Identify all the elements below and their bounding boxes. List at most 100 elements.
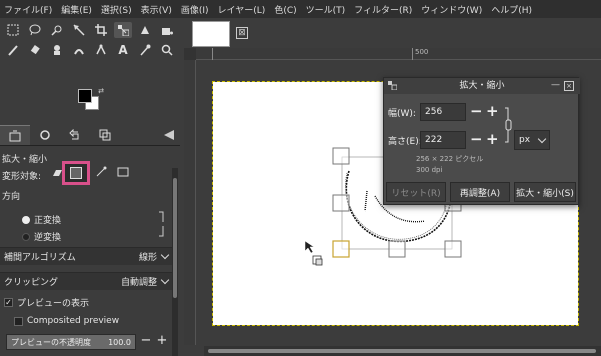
horizontal-scrollbar[interactable]	[204, 346, 601, 356]
rect-select-icon[interactable]	[4, 22, 22, 38]
clipping-combo[interactable]: クリッピング 自動調整	[0, 272, 172, 290]
scale-dialog: 拡大・縮小 — × 幅(W): 256 − + 高さ(E): 222 − + p…	[383, 77, 580, 205]
tab-tool-options[interactable]	[0, 125, 30, 145]
direction-forward-label: 正変換	[34, 216, 62, 226]
scale-tool-icon[interactable]	[114, 22, 132, 38]
menu-edit[interactable]: 編集(E)	[61, 3, 92, 16]
composited-preview-checkbox[interactable]: Composited preview	[14, 316, 119, 326]
direction-chain-icon	[158, 210, 166, 238]
undo-history-icon	[69, 129, 79, 140]
width-label: 幅(W):	[388, 109, 416, 119]
dock-tabs	[0, 125, 180, 146]
show-preview-checkbox[interactable]: ✓ プレビューの表示	[4, 296, 89, 309]
width-field[interactable]: 256	[420, 103, 466, 121]
vertical-ruler[interactable]	[184, 60, 196, 345]
tab-menu-icon[interactable]	[164, 130, 174, 140]
scale-button[interactable]: 拡大・縮小(S)	[514, 182, 576, 202]
tool-options-title: 拡大・縮小	[2, 155, 48, 165]
fuzzy-select-icon[interactable]	[48, 22, 66, 38]
menu-layer[interactable]: レイヤー(L)	[218, 3, 266, 16]
tab-images[interactable]	[90, 125, 120, 145]
transform-selection-button[interactable]	[62, 161, 90, 185]
checkbox-box	[14, 316, 23, 326]
tool-options-scrollbar[interactable]	[172, 168, 178, 356]
height-increase-button[interactable]: +	[486, 132, 499, 147]
transform-image-button[interactable]	[116, 164, 130, 180]
chevron-down-icon	[537, 134, 547, 143]
bucket-icon[interactable]	[158, 22, 176, 38]
height-field[interactable]: 222	[420, 131, 466, 149]
menu-file[interactable]: ファイル(F)	[4, 3, 52, 16]
preview-opacity-value: 100.0	[108, 337, 131, 347]
path-target-icon	[96, 166, 107, 177]
menu-select[interactable]: 選択(S)	[101, 3, 132, 16]
color-swatches[interactable]: ⇄	[76, 87, 106, 113]
mouse-cursor-icon	[304, 240, 323, 266]
menubar: ファイル(F) 編集(E) 選択(S) 表示(V) 画像(I) レイヤー(L) …	[0, 0, 601, 18]
scrollbar-thumb[interactable]	[173, 178, 177, 298]
composited-preview-label: Composited preview	[27, 316, 120, 326]
interpolation-combo[interactable]: 補間アルゴリズム 線形	[0, 247, 172, 265]
lasso-icon[interactable]	[26, 22, 44, 38]
show-preview-label: プレビューの表示	[17, 299, 90, 309]
tab-device-status[interactable]	[30, 125, 60, 145]
transform-path-button[interactable]	[94, 164, 108, 180]
menu-view[interactable]: 表示(V)	[141, 3, 172, 16]
tool-options-icon	[9, 130, 21, 141]
menu-help[interactable]: ヘルプ(H)	[491, 3, 532, 16]
tab-undo-history[interactable]	[60, 125, 90, 145]
radio-dot	[22, 232, 30, 241]
text-tool-icon[interactable]: A	[114, 42, 132, 58]
clipping-value: 自動調整	[120, 278, 157, 288]
color-picker-icon[interactable]	[136, 42, 154, 58]
chevron-down-icon	[160, 250, 170, 260]
move-icon[interactable]	[70, 22, 88, 38]
eraser-icon[interactable]	[26, 42, 44, 58]
smudge-icon[interactable]	[70, 42, 88, 58]
interpolation-label: 補間アルゴリズム	[4, 253, 76, 263]
width-increase-button[interactable]: +	[486, 104, 499, 119]
interpolation-value: 線形	[138, 253, 157, 263]
direction-backward-radio[interactable]: 逆変換	[22, 230, 61, 243]
menu-windows[interactable]: ウィンドウ(W)	[421, 3, 482, 16]
foreground-color[interactable]	[78, 89, 92, 103]
opacity-decrease-button[interactable]: −	[140, 334, 152, 350]
scrollbar-thumb[interactable]	[208, 349, 596, 353]
crop-icon[interactable]	[92, 22, 110, 38]
clipping-label: クリッピング	[4, 278, 59, 288]
zoom-icon[interactable]	[158, 42, 176, 58]
scale-tool-icon	[388, 81, 398, 91]
swap-colors-icon[interactable]: ⇄	[98, 87, 104, 95]
dpi-info: 300 dpi	[416, 166, 443, 174]
preview-opacity-label: プレビューの不透明度	[11, 337, 91, 347]
selection-icon	[70, 167, 82, 179]
image-thumbnail-tab[interactable]	[192, 21, 230, 47]
clone-icon[interactable]	[48, 42, 66, 58]
path-icon[interactable]	[92, 42, 110, 58]
opacity-increase-button[interactable]: +	[156, 334, 168, 350]
horizontal-ruler[interactable]: 500	[196, 48, 601, 60]
unit-value: px	[519, 135, 531, 145]
minimize-icon[interactable]: —	[551, 80, 560, 90]
image-tabs: ⊠	[186, 18, 601, 48]
close-icon[interactable]: ×	[564, 81, 574, 91]
unit-select[interactable]: px	[514, 130, 550, 150]
ruler-label: 500	[415, 48, 429, 56]
size-info: 256 × 222 ピクセル	[416, 155, 484, 163]
paintbrush-icon[interactable]	[4, 42, 22, 58]
height-decrease-button[interactable]: −	[470, 132, 483, 147]
preview-opacity-slider[interactable]: プレビューの不透明度 100.0	[6, 334, 136, 350]
chain-link-icon[interactable]	[504, 106, 512, 144]
menu-image[interactable]: 画像(I)	[181, 3, 209, 16]
close-image-icon[interactable]: ⊠	[236, 27, 248, 39]
active-handle	[332, 240, 350, 258]
readjust-button[interactable]: 再調整(A)	[450, 182, 510, 202]
width-decrease-button[interactable]: −	[470, 104, 483, 119]
ruler-corner[interactable]	[184, 48, 196, 60]
direction-forward-radio[interactable]: 正変換	[22, 213, 61, 226]
menu-colors[interactable]: 色(C)	[274, 3, 296, 16]
reset-button[interactable]: リセット(R)	[386, 182, 446, 202]
warp-icon[interactable]	[136, 22, 154, 38]
menu-filters[interactable]: フィルター(R)	[354, 3, 412, 16]
menu-tools[interactable]: ツール(T)	[306, 3, 346, 16]
